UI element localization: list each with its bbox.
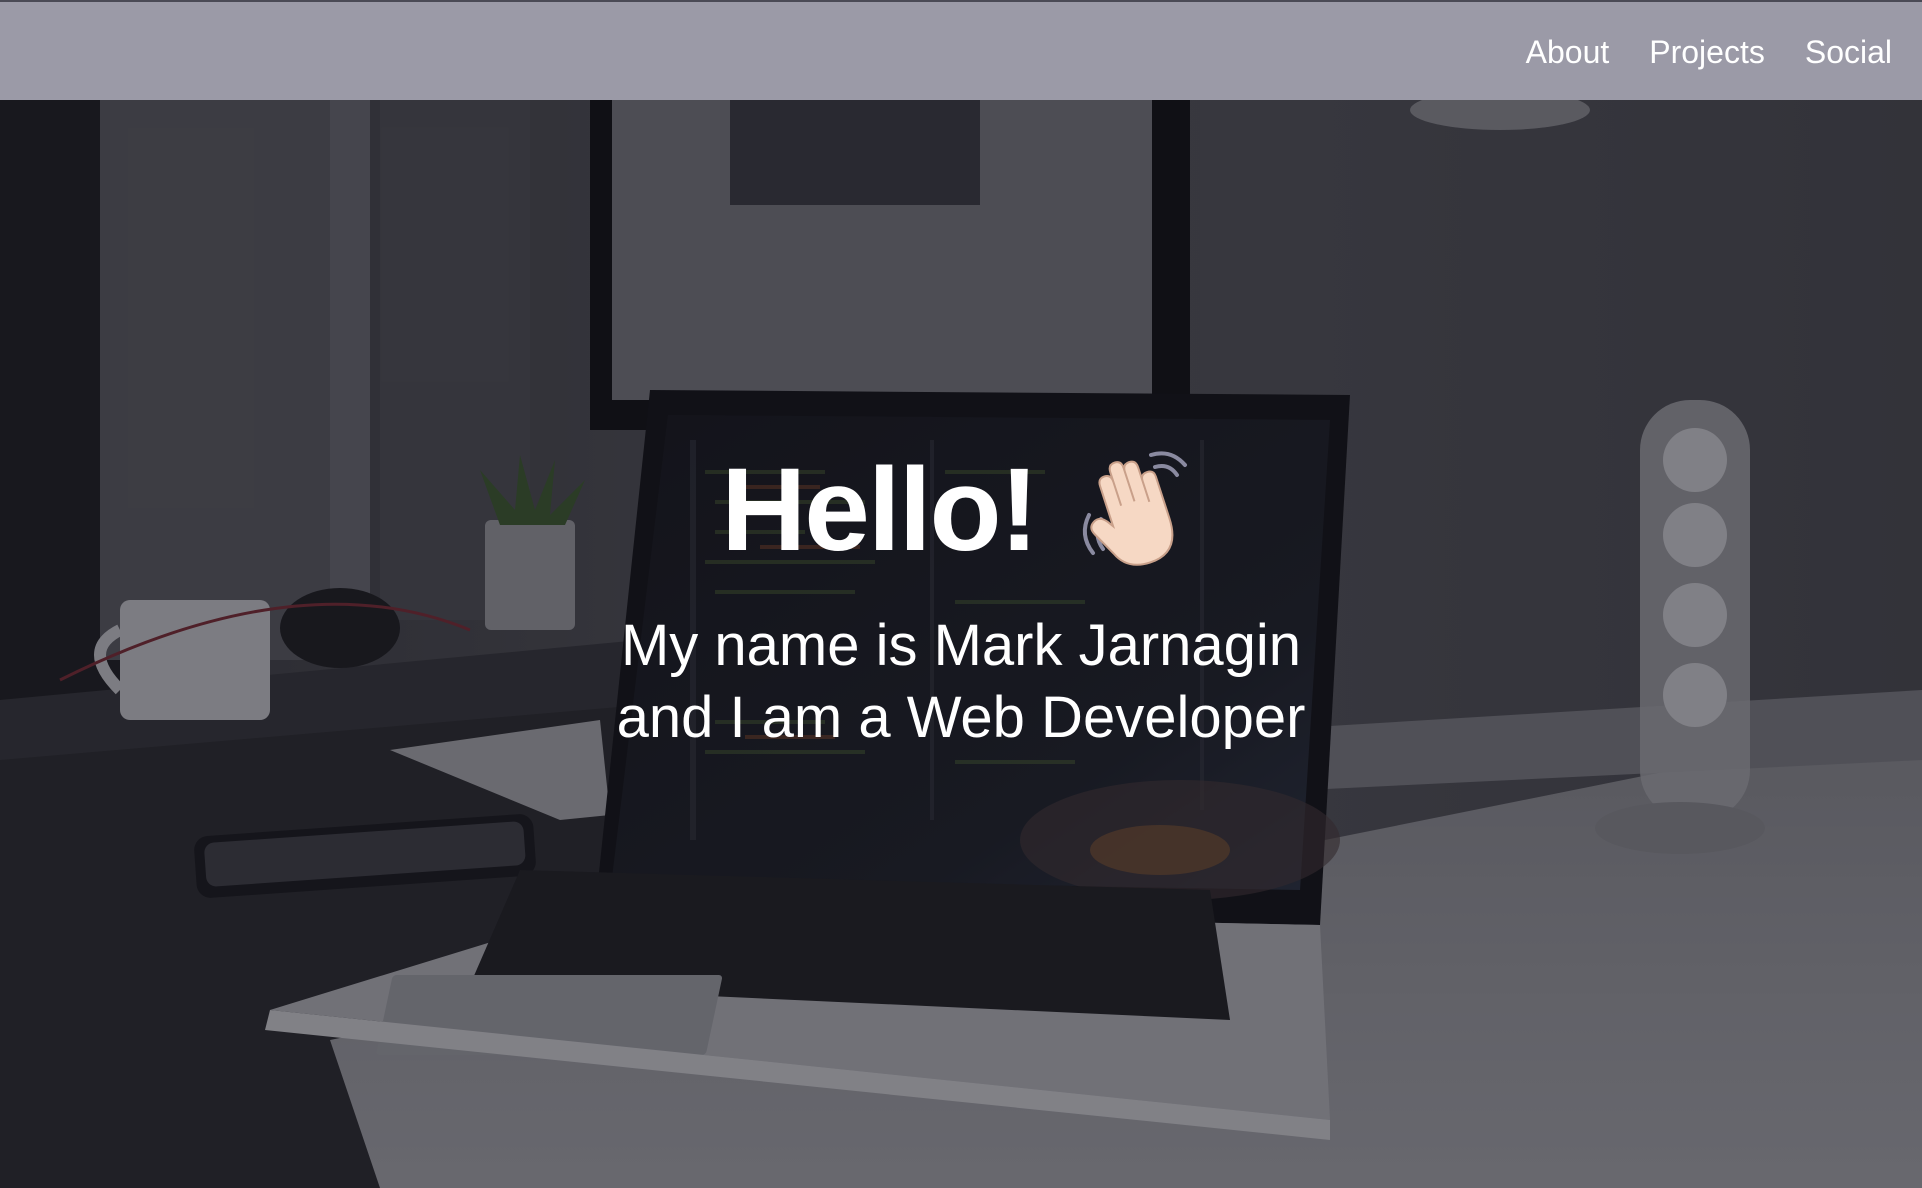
hero-subtitle: My name is Mark Jarnagin and I am a Web … bbox=[0, 610, 1922, 754]
nav-link-social[interactable]: Social bbox=[1805, 34, 1892, 71]
nav-link-projects[interactable]: Projects bbox=[1649, 34, 1765, 71]
hero-title: Hello! bbox=[721, 444, 1039, 576]
nav-links: About Projects Social bbox=[1526, 2, 1892, 102]
hero-subtitle-line-2: and I am a Web Developer bbox=[616, 685, 1306, 750]
top-navbar: About Projects Social bbox=[0, 0, 1922, 100]
hero-subtitle-line-1: My name is Mark Jarnagin bbox=[620, 613, 1302, 678]
nav-link-about[interactable]: About bbox=[1526, 34, 1610, 71]
waving-hand-icon bbox=[1071, 445, 1201, 575]
page: About Projects Social Hello! My name is … bbox=[0, 0, 1922, 1188]
hero-title-row: Hello! bbox=[0, 440, 1922, 580]
hero-section: Hello! My name is Mark Jarnagin and I am… bbox=[0, 440, 1922, 754]
